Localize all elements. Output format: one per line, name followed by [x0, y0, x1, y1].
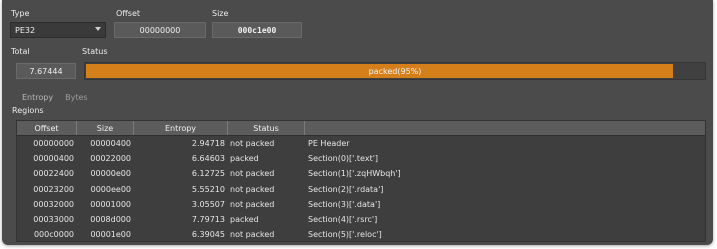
cell-status: packed — [230, 154, 259, 164]
type-select-value: PE32 — [15, 25, 36, 35]
tab-bar: Entropy Bytes — [16, 92, 94, 104]
column-header-size[interactable]: Size — [77, 121, 134, 135]
cell-size: 00001e00 — [90, 230, 131, 240]
entropy-window: Type PE32 Offset 00000000 Size 000c1e00 … — [2, 0, 713, 245]
cell-status: not packed — [230, 139, 275, 149]
status-label: Status — [82, 47, 108, 56]
cell-name: Section(1)['.zqHWbqh'] — [308, 169, 401, 179]
offset-value: 00000000 — [139, 25, 181, 35]
offset-field[interactable]: 00000000 — [114, 22, 206, 38]
table-row[interactable]: 00023200 0000ee00 5.55210 not packed Section… — [17, 182, 705, 197]
total-field[interactable]: 7.67444 — [16, 63, 76, 79]
cell-entropy: 6.12725 — [191, 169, 225, 179]
cell-offset: 000c0000 — [33, 230, 74, 240]
table-row[interactable]: 00033000 0008d000 7.79713 packed Section(4)[… — [17, 212, 705, 227]
cell-entropy: 6.64603 — [191, 154, 225, 164]
total-label: Total — [11, 47, 30, 56]
column-header-offset[interactable]: Offset — [17, 121, 77, 135]
cell-entropy: 2.94718 — [191, 139, 225, 149]
table-row[interactable]: 00000000 00000400 2.94718 not packed PE Head… — [17, 136, 705, 151]
column-header-entropy[interactable]: Entropy — [134, 121, 228, 135]
tab-bytes[interactable]: Bytes — [59, 92, 93, 104]
offset-label: Offset — [116, 9, 141, 18]
cell-name: PE Header — [308, 139, 350, 149]
cell-name: Section(2)['.rdata'] — [308, 184, 384, 194]
size-field[interactable]: 000c1e00 — [212, 22, 302, 38]
cell-entropy: 3.05507 — [191, 199, 225, 209]
cell-status: not packed — [230, 169, 275, 179]
cell-offset: 00023200 — [33, 184, 74, 194]
type-label: Type — [11, 9, 30, 18]
table-row[interactable]: 000c0000 00001e00 6.39045 not packed Section… — [17, 227, 705, 241]
status-progress-bar: packed(95%) — [84, 62, 706, 80]
size-label: Size — [212, 9, 229, 18]
cell-offset: 00022400 — [33, 169, 74, 179]
regions-table-body: 00000000 00000400 2.94718 not packed PE Head… — [17, 136, 705, 241]
column-header-name[interactable] — [305, 121, 705, 135]
cell-entropy: 5.55210 — [191, 184, 225, 194]
cell-entropy: 6.39045 — [191, 230, 225, 240]
cell-name: Section(4)['.rsrc'] — [308, 215, 378, 225]
total-value: 7.67444 — [29, 66, 63, 76]
cell-offset: 00032000 — [33, 199, 74, 209]
cell-status: packed — [230, 215, 259, 225]
table-row[interactable]: 00022400 00000e00 6.12725 not packed Section… — [17, 166, 705, 181]
column-header-status[interactable]: Status — [228, 121, 305, 135]
chevron-down-icon — [95, 27, 101, 31]
cell-size: 0000ee00 — [90, 184, 131, 194]
cell-offset: 00033000 — [33, 215, 74, 225]
cell-name: Section(5)['.reloc'] — [308, 230, 382, 240]
cell-offset: 00000000 — [33, 139, 74, 149]
cell-entropy: 7.79713 — [191, 215, 225, 225]
regions-table: Offset Size Entropy Status 00000000 00000… — [16, 120, 706, 242]
cell-status: not packed — [230, 230, 275, 240]
cell-status: not packed — [230, 199, 275, 209]
table-row[interactable]: 00032000 00001000 3.05507 not packed Section… — [17, 197, 705, 212]
cell-size: 00022000 — [90, 154, 131, 164]
table-row[interactable]: 00000400 00022000 6.64603 packed Section(0)[… — [17, 151, 705, 166]
cell-name: Section(0)['.text'] — [308, 154, 379, 164]
status-progress-text: packed(95%) — [368, 66, 422, 76]
type-select[interactable]: PE32 — [10, 22, 106, 38]
regions-table-header: Offset Size Entropy Status — [17, 121, 705, 136]
cell-size: 0008d000 — [90, 215, 131, 225]
cell-size: 00001000 — [90, 199, 131, 209]
tab-entropy[interactable]: Entropy — [16, 92, 59, 104]
cell-name: Section(3)['.data'] — [308, 199, 381, 209]
cell-offset: 00000400 — [33, 154, 74, 164]
cell-status: not packed — [230, 184, 275, 194]
regions-label: Regions — [12, 106, 44, 115]
size-value: 000c1e00 — [237, 25, 277, 35]
cell-size: 00000400 — [90, 139, 131, 149]
cell-size: 00000e00 — [90, 169, 131, 179]
